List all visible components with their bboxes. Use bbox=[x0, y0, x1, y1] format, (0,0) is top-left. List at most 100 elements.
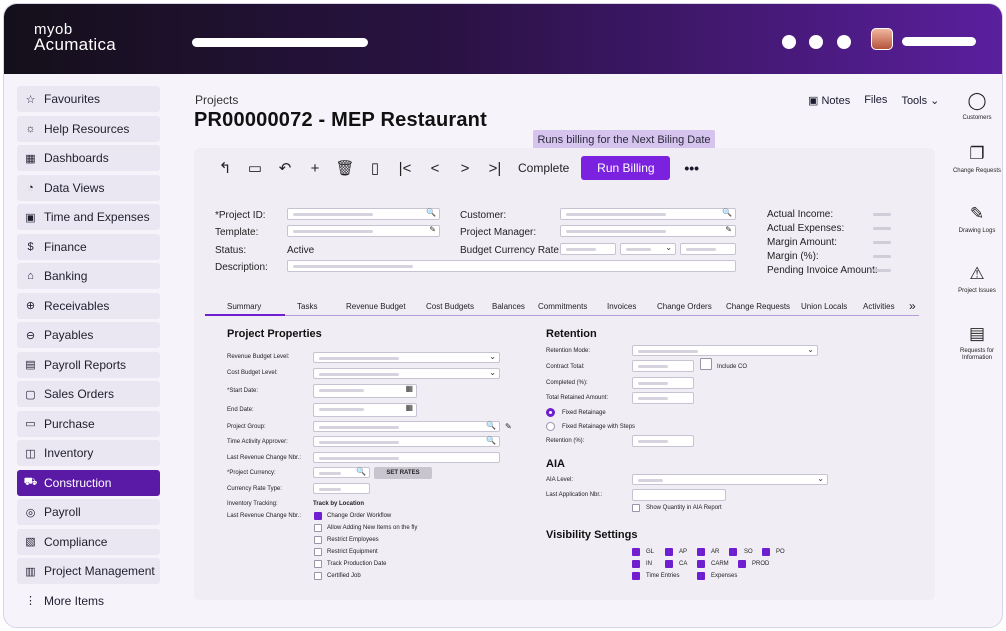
visibility-in-checkbox[interactable] bbox=[632, 560, 640, 568]
tab-tasks[interactable]: Tasks bbox=[297, 302, 317, 311]
retention-mode-select[interactable]: ⌄ bbox=[632, 345, 818, 356]
set-rates-button[interactable]: SET RATES bbox=[374, 467, 432, 479]
previous-record-icon[interactable]: < bbox=[420, 160, 450, 177]
search-icon[interactable]: 🔍 bbox=[722, 208, 732, 217]
sidebar-item-time-and-expenses[interactable]: ▣ Time and Expenses bbox=[17, 204, 160, 230]
tools-menu[interactable]: Tools ⌄ bbox=[901, 94, 939, 107]
tabs-more-icon[interactable]: » bbox=[909, 299, 916, 313]
sidebar-item-construction[interactable]: ⛟ Construction bbox=[17, 469, 160, 496]
quick-link-customers[interactable]: ◯ Customers bbox=[950, 91, 1002, 122]
search-bar[interactable] bbox=[192, 38, 368, 47]
allow-adding-items-checkbox[interactable] bbox=[314, 524, 322, 532]
sidebar-item-finance[interactable]: $ Finance bbox=[17, 233, 160, 260]
sidebar-item-dashboards[interactable]: ▦ Dashboards bbox=[17, 145, 160, 171]
sidebar-item-favourites[interactable]: ☆ Favourites bbox=[17, 86, 160, 112]
add-icon[interactable]: + bbox=[300, 160, 330, 177]
fixed-retainage-steps-radio[interactable] bbox=[546, 422, 555, 431]
restrict-equipment-checkbox[interactable] bbox=[314, 548, 322, 556]
save-icon[interactable]: ▭ bbox=[240, 159, 270, 177]
budget-currency-field[interactable] bbox=[560, 243, 616, 255]
search-icon[interactable]: 🔍 bbox=[356, 467, 366, 476]
tab-change-orders[interactable]: Change Orders bbox=[657, 302, 712, 311]
undo-back-icon[interactable]: ↰ bbox=[210, 159, 240, 177]
contract-total-field[interactable] bbox=[632, 360, 694, 372]
search-icon[interactable]: 🔍 bbox=[426, 208, 436, 217]
quick-link-requests-for-information[interactable]: ▤ Requests for Information bbox=[950, 324, 1002, 362]
sidebar-item-help-resources[interactable]: ☼ Help Resources bbox=[17, 115, 160, 142]
tab-union-locals[interactable]: Union Locals bbox=[801, 302, 847, 311]
total-retained-field[interactable] bbox=[632, 392, 694, 404]
project-id-field[interactable]: 🔍 bbox=[287, 208, 440, 220]
search-icon[interactable]: 🔍 bbox=[486, 436, 496, 445]
visibility-ca-checkbox[interactable] bbox=[665, 560, 673, 568]
visibility-prod-checkbox[interactable] bbox=[738, 560, 746, 568]
delete-icon[interactable]: 🗑 bbox=[330, 159, 360, 177]
last-record-icon[interactable]: >| bbox=[480, 160, 510, 177]
include-co-checkbox[interactable] bbox=[700, 358, 712, 370]
project-manager-field[interactable]: ✎ bbox=[560, 225, 736, 237]
completed-pct-field[interactable] bbox=[632, 377, 694, 389]
pencil-icon[interactable]: ✎ bbox=[725, 225, 732, 234]
sidebar-item-data-views[interactable]: ◔ Data Views bbox=[17, 174, 160, 201]
help-icon[interactable] bbox=[837, 35, 851, 49]
fixed-retainage-radio[interactable] bbox=[546, 408, 555, 417]
end-date-field[interactable]: ▦ bbox=[313, 403, 417, 417]
next-record-icon[interactable]: > bbox=[450, 160, 480, 177]
sidebar-item-sales-orders[interactable]: ▢ Sales Orders bbox=[17, 381, 160, 407]
tab-summary[interactable]: Summary bbox=[227, 302, 261, 311]
breadcrumb[interactable]: Projects bbox=[195, 93, 238, 107]
visibility-po-checkbox[interactable] bbox=[762, 548, 770, 556]
visibility-carm-checkbox[interactable] bbox=[697, 560, 705, 568]
visibility-ar-checkbox[interactable] bbox=[697, 548, 705, 556]
sidebar-item-more-items[interactable]: ⋮ More Items bbox=[17, 588, 160, 614]
sidebar-item-receivables[interactable]: ⊕ Receivables bbox=[17, 292, 160, 319]
time-activity-approver-field[interactable]: 🔍 bbox=[313, 436, 500, 447]
pencil-icon[interactable]: ✎ bbox=[505, 422, 512, 431]
calendar-icon[interactable]: ▦ bbox=[405, 384, 413, 393]
complete-button[interactable]: Complete bbox=[518, 161, 569, 175]
description-field[interactable] bbox=[287, 260, 736, 272]
tab-balances[interactable]: Balances bbox=[492, 302, 525, 311]
copy-icon[interactable]: ▯ bbox=[360, 159, 390, 177]
visibility-so-checkbox[interactable] bbox=[729, 548, 737, 556]
cost-budget-level-select[interactable]: ⌄ bbox=[313, 368, 500, 379]
revert-icon[interactable]: ↶ bbox=[270, 159, 300, 177]
user-avatar[interactable] bbox=[871, 28, 893, 50]
quick-link-project-issues[interactable]: ⚠ Project Issues bbox=[950, 264, 1002, 295]
quick-link-drawing-logs[interactable]: ✎ Drawing Logs bbox=[950, 204, 1002, 235]
sidebar-item-payables[interactable]: ⊖ Payables bbox=[17, 322, 160, 348]
show-quantity-checkbox[interactable] bbox=[632, 504, 640, 512]
sidebar-item-inventory[interactable]: ◫ Inventory bbox=[17, 440, 160, 466]
customer-field[interactable]: 🔍 bbox=[560, 208, 736, 220]
sidebar-item-project-management[interactable]: ▥ Project Management bbox=[17, 558, 160, 584]
currency-rate-type-field[interactable] bbox=[313, 483, 370, 494]
visibility-ap-checkbox[interactable] bbox=[665, 548, 673, 556]
change-order-workflow-checkbox[interactable] bbox=[314, 512, 322, 520]
sidebar-item-payroll[interactable]: ◎ Payroll bbox=[17, 499, 160, 525]
first-record-icon[interactable]: |< bbox=[390, 160, 420, 177]
history-icon[interactable] bbox=[809, 35, 823, 49]
visibility-expenses-checkbox[interactable] bbox=[697, 572, 705, 580]
brand-logo[interactable]: myob Acumatica bbox=[34, 22, 116, 53]
run-billing-button[interactable]: Run Billing bbox=[581, 156, 671, 180]
user-name-pill[interactable] bbox=[902, 37, 976, 46]
template-field[interactable]: ✎ bbox=[287, 225, 440, 237]
tab-activities[interactable]: Activities bbox=[863, 302, 895, 311]
quick-link-change-requests[interactable]: ❐ Change Requests bbox=[950, 144, 1002, 175]
search-icon[interactable]: 🔍 bbox=[486, 421, 496, 430]
last-revenue-change-nbr-field[interactable] bbox=[313, 452, 500, 463]
aia-level-select[interactable]: ⌄ bbox=[632, 474, 828, 485]
files-link[interactable]: Files bbox=[864, 94, 887, 107]
notification-icon[interactable] bbox=[782, 35, 796, 49]
track-production-date-checkbox[interactable] bbox=[314, 560, 322, 568]
sidebar-item-purchase[interactable]: ▭ Purchase bbox=[17, 410, 160, 437]
visibility-time-entries-checkbox[interactable] bbox=[632, 572, 640, 580]
visibility-gl-checkbox[interactable] bbox=[632, 548, 640, 556]
tab-revenue-budget[interactable]: Revenue Budget bbox=[346, 302, 406, 311]
revenue-budget-level-select[interactable]: ⌄ bbox=[313, 352, 500, 363]
tab-commitments[interactable]: Commitments bbox=[538, 302, 587, 311]
sidebar-item-payroll-reports[interactable]: ▤ Payroll Reports bbox=[17, 351, 160, 378]
notes-link[interactable]: ▣ Notes bbox=[808, 94, 850, 107]
project-group-field[interactable]: 🔍 bbox=[313, 421, 500, 432]
project-currency-field[interactable]: 🔍 bbox=[313, 467, 370, 478]
